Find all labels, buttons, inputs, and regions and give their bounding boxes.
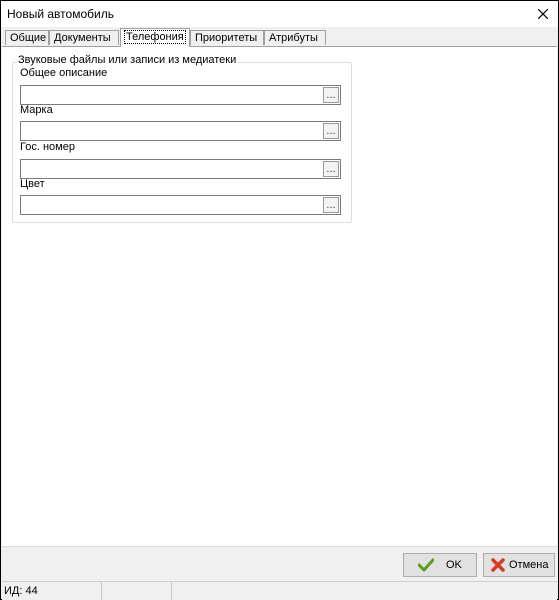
- cancel-label: Отмена: [509, 559, 549, 571]
- tab-priorities[interactable]: Приоритеты: [190, 30, 264, 45]
- tab-attributes[interactable]: Атрибуты: [264, 30, 326, 45]
- button-panel: OK Отмена: [2, 546, 557, 581]
- browse-button-plate[interactable]: ...: [323, 161, 339, 177]
- close-button[interactable]: [528, 1, 558, 27]
- description-field[interactable]: ...: [20, 85, 341, 105]
- checkmark-icon: [418, 558, 434, 572]
- browse-button-brand[interactable]: ...: [323, 123, 339, 139]
- tab-telephony-label: Телефония: [124, 30, 186, 44]
- browse-button-description[interactable]: ...: [323, 87, 339, 103]
- tab-telephony[interactable]: Телефония: [120, 28, 190, 47]
- tab-general-label: Общие: [10, 32, 47, 44]
- tab-attributes-label: Атрибуты: [269, 32, 318, 44]
- field-label-plate: Гос. номер: [20, 141, 75, 153]
- field-label-brand: Марка: [20, 104, 53, 116]
- close-icon: [538, 9, 548, 19]
- ellipsis-icon: ...: [326, 199, 336, 211]
- ellipsis-icon: ...: [326, 89, 336, 101]
- brand-field[interactable]: ...: [20, 121, 341, 141]
- ok-label: OK: [446, 559, 462, 571]
- tab-documents-label: Документы: [54, 32, 111, 44]
- sound-files-group: Звуковые файлы или записи из медиатеки О…: [12, 54, 352, 223]
- ellipsis-icon: ...: [326, 163, 336, 175]
- window-title: Новый автомобиль: [7, 7, 114, 21]
- ellipsis-icon: ...: [326, 125, 336, 137]
- tab-general[interactable]: Общие: [5, 30, 49, 45]
- cancel-button[interactable]: Отмена: [483, 553, 555, 577]
- plate-number-field[interactable]: ...: [20, 159, 341, 179]
- red-x-icon: [490, 557, 506, 573]
- title-bar: Новый автомобиль: [1, 1, 558, 27]
- dialog-window: Новый автомобиль Общие Документы Телефон…: [0, 0, 559, 600]
- field-label-color: Цвет: [20, 178, 45, 190]
- tab-content: Звуковые файлы или записи из медиатеки О…: [2, 47, 557, 546]
- ok-button[interactable]: OK: [403, 553, 477, 577]
- group-title: Звуковые файлы или записи из медиатеки: [17, 54, 238, 66]
- status-cell-2: [102, 582, 172, 600]
- color-field[interactable]: ...: [20, 195, 341, 215]
- tab-documents[interactable]: Документы: [49, 30, 119, 45]
- status-id: ИД: 44: [2, 582, 102, 600]
- tab-bar: Общие Документы Телефония Приоритеты Атр…: [2, 27, 557, 47]
- field-label-description: Общее описание: [20, 67, 108, 79]
- tab-priorities-label: Приоритеты: [195, 32, 258, 44]
- status-cell-3: [172, 582, 557, 600]
- browse-button-color[interactable]: ...: [323, 197, 339, 213]
- status-bar: ИД: 44: [2, 581, 557, 600]
